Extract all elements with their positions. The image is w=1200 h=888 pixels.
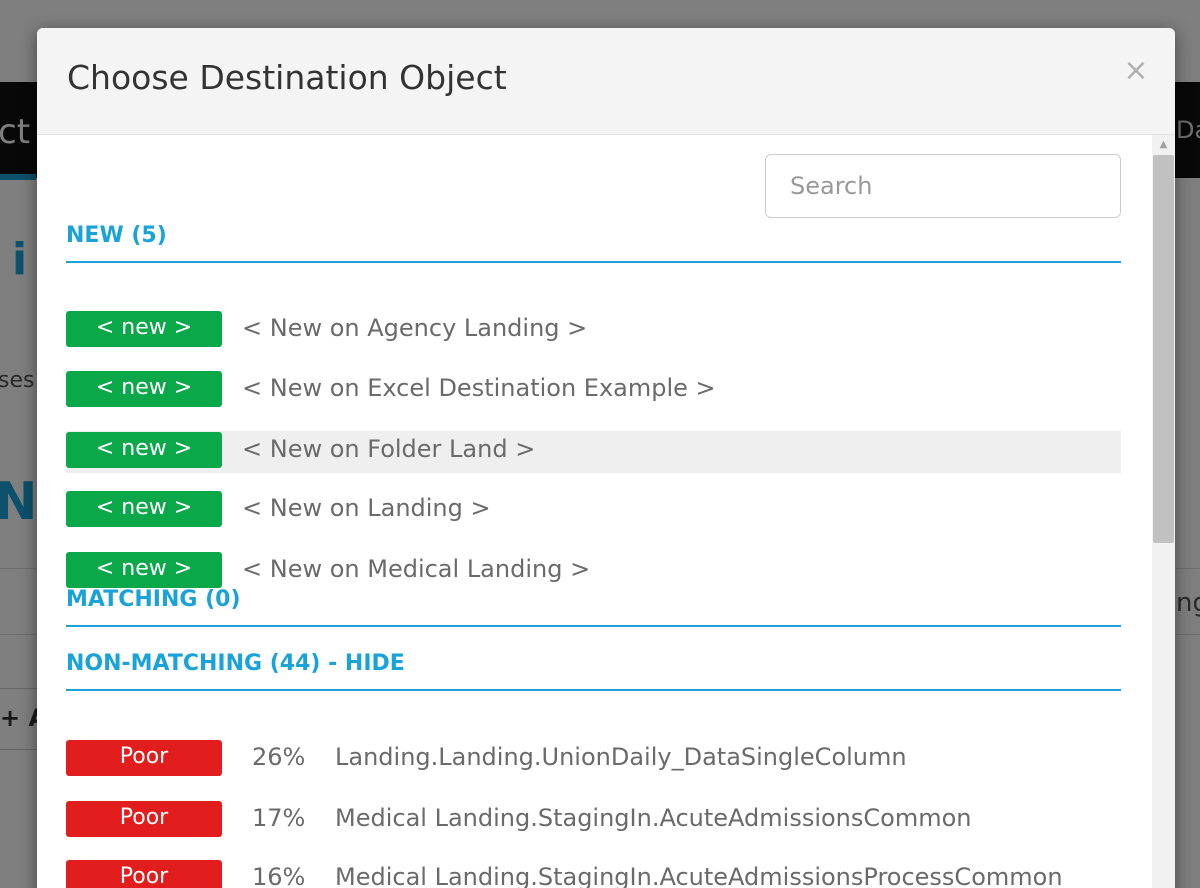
list-item-label: < New on Folder Land > [242,435,536,463]
toggle-non-matching-link[interactable]: NON-MATCHING (44) - HIDE [66,651,405,676]
modal-body: NEW (5) < new > < New on Agency Landing … [37,135,1175,888]
match-percent: 16% [252,863,306,888]
scrollbar[interactable]: ▲ [1152,135,1175,888]
new-badge: < new > [66,432,222,468]
poor-badge: Poor [66,801,222,837]
list-item[interactable]: < new > < New on Folder Land > [66,431,1121,473]
modal-header: Choose Destination Object × [37,28,1175,135]
new-badge: < new > [66,491,222,527]
scrollbar-thumb[interactable] [1153,155,1174,543]
list-item-label: < New on Medical Landing > [242,555,591,583]
list-item[interactable]: < new > < New on Landing > [66,490,1121,532]
section-title-matching: MATCHING (0) [66,587,241,612]
object-name: Landing.Landing.UnionDaily_DataSingleCol… [335,743,907,771]
new-badge: < new > [66,552,222,588]
section-title-new: NEW (5) [66,223,167,248]
section-header-new: NEW (5) [66,223,1121,263]
modal-title: Choose Destination Object [67,58,507,97]
list-item-label: < New on Landing > [242,494,491,522]
match-percent: 26% [252,743,306,771]
list-item[interactable]: < new > < New on Excel Destination Examp… [66,370,1121,412]
list-item[interactable]: < new > < New on Agency Landing > [66,310,1121,352]
new-badge: < new > [66,311,222,347]
section-header-non-matching: NON-MATCHING (44) - HIDE [66,651,1121,691]
list-item-label: < New on Excel Destination Example > [242,374,716,402]
object-name: Medical Landing.StagingIn.AcuteAdmission… [335,863,1063,888]
poor-badge: Poor [66,860,222,888]
section-header-matching: MATCHING (0) [66,587,1121,627]
table-row[interactable]: Poor 26% Landing.Landing.UnionDaily_Data… [66,739,1121,781]
chevron-up-icon[interactable]: ▲ [1152,135,1175,155]
list-item-label: < New on Agency Landing > [242,314,588,342]
object-name: Medical Landing.StagingIn.AcuteAdmission… [335,804,972,832]
search-input[interactable] [765,154,1121,218]
poor-badge: Poor [66,740,222,776]
table-row[interactable]: Poor 16% Medical Landing.StagingIn.Acute… [66,859,1121,888]
match-percent: 17% [252,804,306,832]
choose-destination-modal: Choose Destination Object × NEW (5) < ne… [37,28,1175,888]
table-row[interactable]: Poor 17% Medical Landing.StagingIn.Acute… [66,800,1121,842]
new-badge: < new > [66,371,222,407]
close-icon[interactable]: × [1123,54,1149,88]
